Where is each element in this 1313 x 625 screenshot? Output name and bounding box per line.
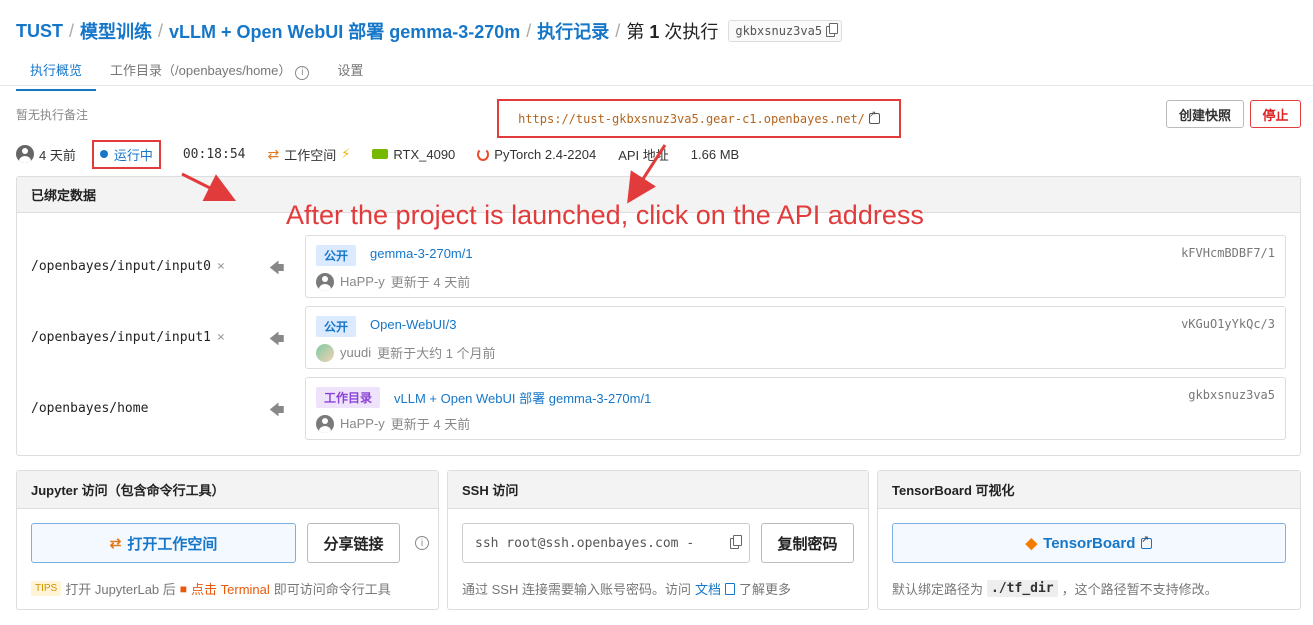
- terminal-icon: ■: [179, 581, 188, 596]
- tip-text: 通过 SSH 连接需要输入账号密码。访问: [462, 582, 691, 597]
- tip-text: 默认绑定路径为: [892, 582, 984, 597]
- tip-text-end: 了解更多: [738, 582, 791, 597]
- annotation-arrow-status: [181, 172, 237, 202]
- tensorboard-tip: 默认绑定路径为 ./tf_dir ，这个路径暂不支持修改。: [892, 579, 1218, 598]
- tensorboard-button[interactable]: ◆ TensorBoard: [892, 523, 1286, 563]
- copy-password-button[interactable]: 复制密码: [761, 523, 854, 563]
- card-title: Jupyter 访问（包含命令行工具）: [17, 471, 438, 509]
- open-workspace-button[interactable]: ⇄ 打开工作空间: [31, 523, 296, 563]
- jupyter-card: Jupyter 访问（包含命令行工具） ⇄ 打开工作空间 分享链接 i TIPS…: [16, 470, 439, 610]
- info-icon[interactable]: i: [415, 536, 429, 550]
- tip-text: 打开 JupyterLab 后: [65, 582, 176, 597]
- tips-badge: TIPS: [31, 581, 62, 596]
- terminal-text: 点击 Terminal: [191, 582, 270, 597]
- ssh-command-field[interactable]: ssh root@ssh.openbayes.com -: [462, 523, 750, 563]
- tensorboard-label: TensorBoard: [1043, 534, 1136, 552]
- external-link-icon: [1141, 534, 1153, 549]
- share-link-button[interactable]: 分享链接: [307, 523, 400, 563]
- open-workspace-label: 打开工作空间: [127, 535, 218, 553]
- ssh-card: SSH 访问 ssh root@ssh.openbayes.com - 复制密码…: [447, 470, 869, 610]
- card-title: TensorBoard 可视化: [878, 471, 1300, 509]
- ssh-tip: 通过 SSH 连接需要输入账号密码。访问 文档 了解更多: [462, 579, 791, 598]
- tensorboard-card: TensorBoard 可视化 ◆ TensorBoard 默认绑定路径为 ./…: [877, 470, 1301, 610]
- tip-text-end: ，这个路径暂不支持修改。: [1061, 582, 1218, 597]
- tf-dir-code: ./tf_dir: [987, 580, 1058, 597]
- docs-link[interactable]: 文档: [695, 579, 721, 598]
- tip-text-end: 即可访问命令行工具: [273, 582, 391, 597]
- doc-icon: [724, 582, 735, 595]
- card-title: SSH 访问: [448, 471, 868, 509]
- ssh-command: ssh root@ssh.openbayes.com -: [475, 535, 695, 551]
- jupyter-tip: TIPS 打开 JupyterLab 后 ■ 点击 Terminal 即可访问命…: [31, 579, 391, 598]
- sync-icon: ⇄: [109, 534, 122, 551]
- copy-icon[interactable]: [730, 534, 742, 549]
- annotation-arrow-url: [627, 144, 667, 204]
- tensorflow-icon: ◆: [1025, 535, 1038, 552]
